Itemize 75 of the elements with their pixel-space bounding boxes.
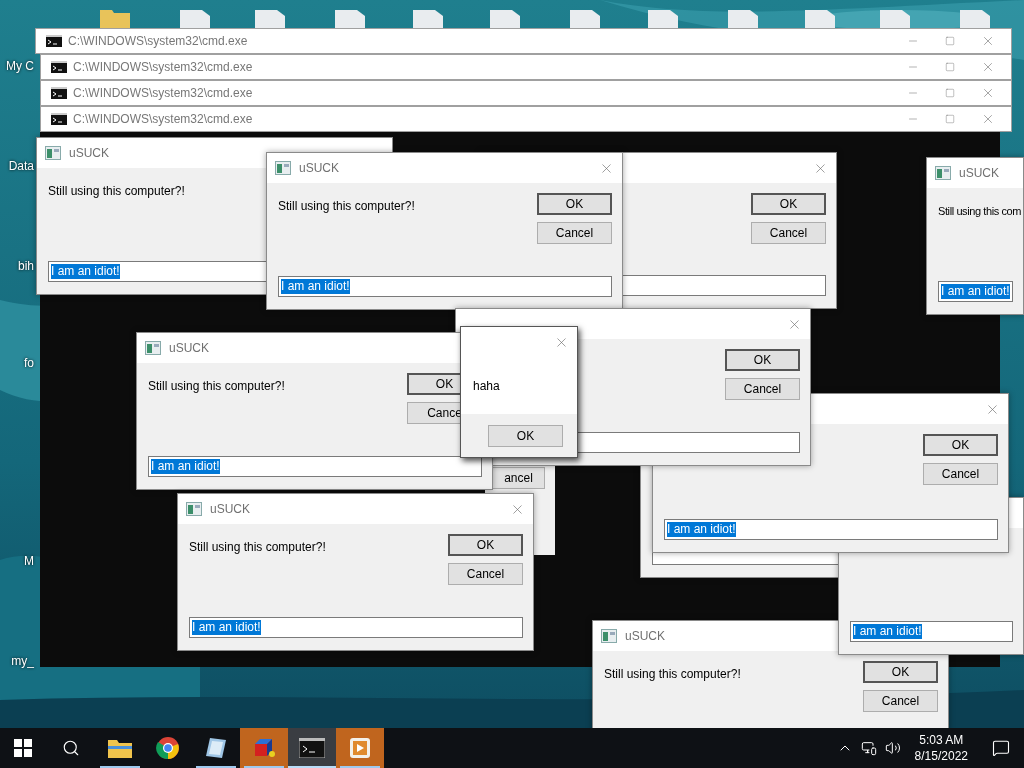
app-icon <box>601 629 617 643</box>
window-title: uSUCK <box>169 340 209 357</box>
volume-icon[interactable] <box>884 740 901 756</box>
input-field[interactable]: I am an idiot! <box>664 519 998 540</box>
dialog-button[interactable]: OK <box>488 424 563 447</box>
input-field[interactable]: I am an idiot! <box>148 456 482 477</box>
browser-icon <box>156 736 180 760</box>
window-title: C:\WINDOWS\system32\cmd.exe <box>73 85 253 102</box>
media-player-icon <box>348 736 372 760</box>
window-title: uSUCK <box>210 501 250 518</box>
dialog-button[interactable]: Cancel <box>863 690 938 712</box>
terminal-icon <box>299 738 325 758</box>
app-icon <box>275 161 291 175</box>
dialog-message: Still using this computer?! <box>48 184 185 198</box>
desktop-icon-label[interactable]: fo <box>24 354 34 372</box>
dialog-button[interactable]: OK <box>751 193 826 215</box>
close-icon[interactable] <box>981 86 995 100</box>
input-text: I am an idiot! <box>192 620 261 635</box>
clock-date[interactable]: 8/15/2022 <box>914 748 968 764</box>
dialog-button[interactable]: Cancel <box>751 222 826 244</box>
search-icon <box>62 739 80 757</box>
notebook-icon <box>204 736 228 760</box>
dialog-message: Still using this computer?! <box>148 379 285 393</box>
dialog-button[interactable]: Cancel <box>923 463 998 485</box>
dialog-button[interactable]: Cancel <box>448 563 523 585</box>
input-text: I am an idiot! <box>853 624 922 639</box>
dialog-message: Still using this com <box>938 205 1022 217</box>
desktop-icon-label[interactable]: M <box>24 552 34 570</box>
input-text: I am an idiot! <box>667 522 736 537</box>
input-field[interactable]: I am an idiot! <box>850 621 1013 642</box>
dialog-message: Still using this computer?! <box>278 199 415 213</box>
terminal-icon <box>51 87 67 99</box>
app-icon <box>186 502 202 516</box>
taskbar-app[interactable] <box>240 728 288 768</box>
window-title: uSUCK <box>625 628 665 645</box>
input-field[interactable]: I am an idiot! <box>189 617 523 638</box>
dialog-message: Still using this computer?! <box>189 540 326 554</box>
window-title: C:\WINDOWS\system32\cmd.exe <box>73 59 253 76</box>
taskbar-app[interactable] <box>288 728 336 768</box>
terminal-icon <box>51 61 67 73</box>
window-title: uSUCK <box>69 145 109 162</box>
dialog-button[interactable]: Cancel <box>725 378 800 400</box>
input-text: I am an idiot! <box>281 279 350 294</box>
close-icon[interactable] <box>981 34 995 48</box>
app-icon <box>45 146 61 160</box>
input-text: I am an idiot! <box>151 459 220 474</box>
terminal-icon <box>51 113 67 125</box>
notification-icon[interactable] <box>992 739 1010 757</box>
desktop-icon-label[interactable]: Data <box>8 157 34 175</box>
close-icon[interactable] <box>981 60 995 74</box>
close-icon[interactable] <box>981 112 995 126</box>
desktop-icon-label[interactable]: My C <box>6 57 34 75</box>
dialog-button[interactable]: OK <box>725 349 800 371</box>
dialog-button[interactable]: OK <box>448 534 523 556</box>
input-text: I am an idiot! <box>51 264 120 279</box>
window-title: C:\WINDOWS\system32\cmd.exe <box>73 111 253 128</box>
windows-logo-icon <box>14 739 32 757</box>
dialog-button[interactable]: OK <box>923 434 998 456</box>
desktop-icon-label[interactable]: bih <box>18 257 34 275</box>
terminal-icon <box>46 35 62 47</box>
clock-time[interactable]: 5:03 AM <box>919 732 964 748</box>
dialog-button[interactable]: OK <box>863 661 938 683</box>
window-title: C:\WINDOWS\system32\cmd.exe <box>68 33 248 50</box>
folder-icon <box>108 738 132 758</box>
dialog-button[interactable]: OK <box>537 193 612 215</box>
dialog-button[interactable]: ancel <box>492 467 545 489</box>
app-icon <box>145 341 161 355</box>
dialog-button[interactable]: Cancel <box>537 222 612 244</box>
dialog-message: Still using this computer?! <box>604 667 741 681</box>
network-icon[interactable] <box>860 740 877 756</box>
input-field[interactable]: I am an idiot! <box>278 276 612 297</box>
desktop-icon-label[interactable]: my_ <box>11 652 34 670</box>
window-title: uSUCK <box>299 160 339 177</box>
window-title: uSUCK <box>959 165 999 182</box>
app-icon <box>935 166 951 180</box>
